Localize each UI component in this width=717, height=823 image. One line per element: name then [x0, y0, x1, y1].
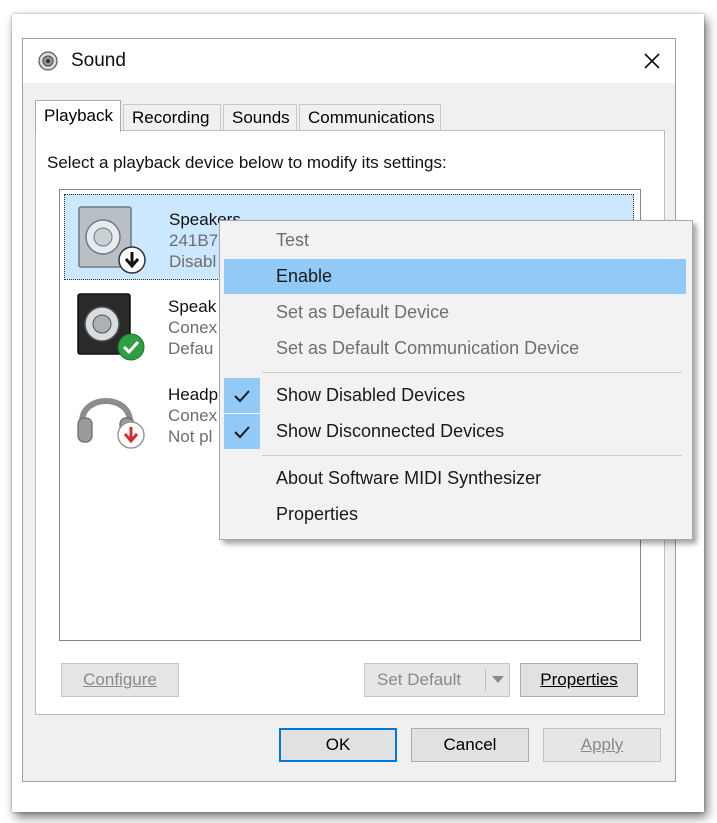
menu-item-label: Show Disconnected Devices: [276, 421, 505, 441]
device-description: Conex: [168, 406, 218, 425]
checkmark-icon: [234, 389, 250, 402]
menu-item-label: Set as Default Device: [276, 302, 450, 322]
tab-label: Communications: [308, 108, 435, 127]
menu-item-label: About Software MIDI Synthesizer: [276, 468, 542, 488]
check-cell: [224, 378, 260, 413]
device-text: Headp Conex Not pl: [168, 384, 218, 447]
title-bar: Sound: [23, 39, 675, 83]
menu-item-label: Properties: [276, 504, 359, 524]
red-arrow-down-badge-icon: [117, 421, 145, 449]
arrow-down-badge-icon: [118, 246, 146, 274]
speaker-icon: [38, 51, 58, 71]
window-title: Sound: [71, 50, 126, 71]
device-status: Defau: [168, 339, 214, 358]
tab-sounds[interactable]: Sounds: [223, 104, 297, 130]
split-divider: [485, 669, 486, 691]
device-properties-button[interactable]: Properties: [520, 663, 638, 697]
menu-separator: [262, 372, 682, 373]
device-name: Speak: [168, 297, 217, 316]
menu-item-test[interactable]: Test: [224, 223, 686, 258]
checkmark-badge-icon: [117, 333, 145, 361]
configure-label: Configure: [83, 670, 157, 689]
menu-separator: [262, 455, 682, 456]
tab-communications[interactable]: Communications: [299, 104, 441, 130]
menu-item-label: Set as Default Communication Device: [276, 338, 580, 358]
apply-button[interactable]: Apply: [543, 728, 661, 762]
set-default-label: Set Default: [377, 670, 462, 689]
checkmark-icon: [234, 425, 250, 438]
context-menu: Test Enable Set as Default Device Set as…: [219, 220, 693, 540]
tab-playback[interactable]: Playback: [35, 100, 121, 132]
chevron-down-icon[interactable]: [491, 675, 505, 685]
device-name: Headp: [168, 385, 219, 404]
device-description: Conex: [168, 318, 218, 337]
menu-item-about-midi-synthesizer[interactable]: About Software MIDI Synthesizer: [224, 461, 686, 496]
tab-label: Playback: [44, 106, 113, 125]
menu-item-label: Show Disabled Devices: [276, 385, 466, 405]
menu-item-set-default-device[interactable]: Set as Default Device: [224, 295, 686, 330]
tab-recording[interactable]: Recording: [123, 104, 221, 130]
menu-item-show-disabled-devices[interactable]: Show Disabled Devices: [224, 378, 686, 413]
device-status: Not pl: [168, 427, 213, 446]
menu-item-properties[interactable]: Properties: [224, 497, 686, 532]
instruction-text: Select a playback device below to modify…: [47, 153, 447, 172]
tab-label: Sounds: [232, 108, 290, 127]
device-text: Speak Conex Defau: [168, 296, 217, 359]
configure-button[interactable]: Configure: [61, 663, 179, 697]
set-default-button[interactable]: Set Default: [364, 663, 510, 697]
apply-label: Apply: [580, 735, 624, 754]
properties-label: Properties: [540, 670, 618, 689]
cancel-button[interactable]: Cancel: [411, 728, 529, 762]
ok-label: OK: [325, 735, 351, 754]
ok-button[interactable]: OK: [279, 728, 397, 762]
tab-label: Recording: [132, 108, 210, 127]
menu-item-label: Enable: [276, 266, 333, 286]
close-icon: [644, 53, 660, 69]
menu-item-show-disconnected-devices[interactable]: Show Disconnected Devices: [224, 414, 686, 449]
menu-item-enable[interactable]: Enable: [224, 259, 686, 294]
menu-item-set-default-communication-device[interactable]: Set as Default Communication Device: [224, 331, 686, 366]
close-button[interactable]: [629, 39, 675, 83]
cancel-label: Cancel: [443, 735, 497, 754]
menu-item-label: Test: [276, 230, 310, 250]
check-cell: [224, 414, 260, 449]
